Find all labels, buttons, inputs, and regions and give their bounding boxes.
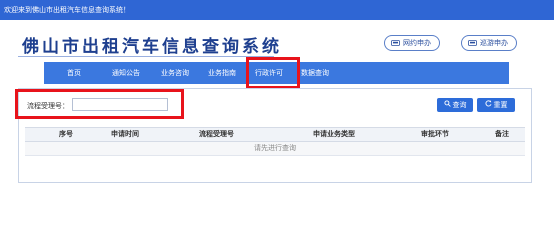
ride-hailing-apply-button[interactable]: 网约申办 — [384, 35, 440, 51]
table-empty-message: 请先进行查询 — [25, 142, 525, 156]
column-header-business-type: 申请业务类型 — [313, 130, 355, 138]
search-button-label: 查询 — [452, 101, 467, 109]
column-header-process-number: 流程受理号 — [199, 130, 234, 138]
search-button[interactable]: 查询 — [437, 98, 473, 112]
nav-item-guide[interactable]: 业务指南 — [208, 62, 236, 84]
nav-item-home[interactable]: 首页 — [67, 62, 81, 84]
car-icon — [468, 39, 477, 47]
nav-item-notices[interactable]: 通知公告 — [112, 62, 140, 84]
column-header-apply-time: 申请时间 — [111, 130, 139, 138]
column-header-index: 序号 — [59, 130, 73, 138]
refresh-icon — [484, 98, 492, 112]
site-title: 佛山市出租汽车信息查询系统 — [22, 37, 282, 57]
title-underline — [18, 56, 274, 57]
ride-hailing-apply-label: 网约申办 — [403, 39, 431, 47]
welcome-bar: 欢迎来到佛山市出租汽车信息查询系统！ — [0, 0, 554, 20]
site-header: 佛山市出租汽车信息查询系统 网约申办 巡游申办 — [0, 20, 554, 62]
column-header-remarks: 备注 — [495, 130, 509, 138]
highlight-box-process-number — [15, 89, 184, 119]
nav-item-data-query[interactable]: 数据查询 — [301, 62, 329, 84]
nav-item-consulting[interactable]: 业务咨询 — [161, 62, 189, 84]
welcome-text: 欢迎来到佛山市出租汽车信息查询系统！ — [4, 6, 130, 14]
cruise-taxi-apply-button[interactable]: 巡游申办 — [461, 35, 517, 51]
cruise-taxi-apply-label: 巡游申办 — [480, 39, 508, 47]
car-icon — [391, 39, 400, 47]
reset-button-label: 重置 — [493, 101, 508, 109]
results-table-header: 序号 申请时间 流程受理号 申请业务类型 审批环节 备注 — [25, 127, 525, 142]
column-header-approval-stage: 审批环节 — [421, 130, 449, 138]
highlight-box-admin-license — [246, 57, 300, 89]
reset-button[interactable]: 重置 — [477, 98, 515, 112]
search-icon — [443, 98, 451, 112]
